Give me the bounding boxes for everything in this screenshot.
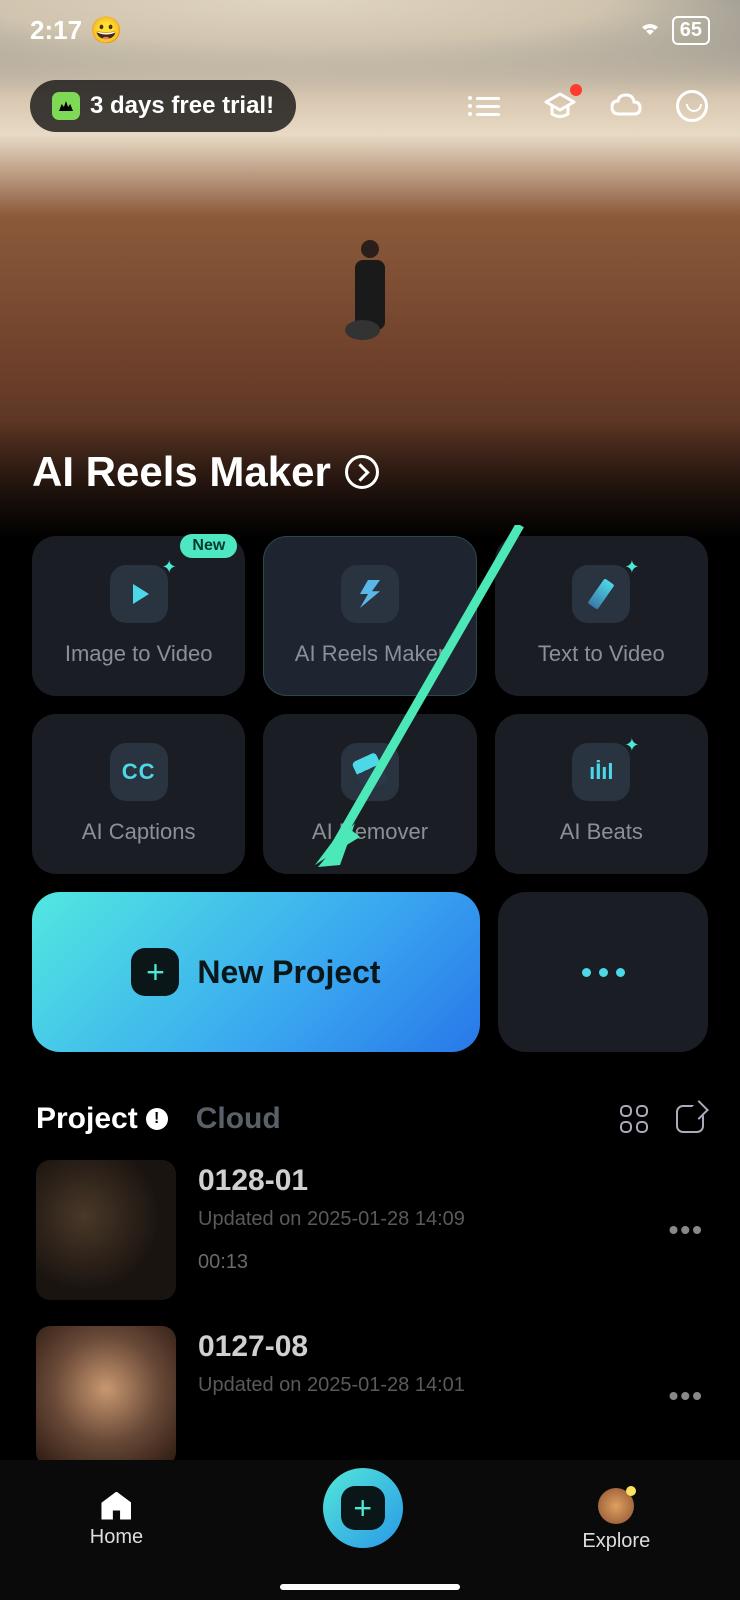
grid-view-icon[interactable] [620, 1105, 648, 1133]
tool-text-to-video[interactable]: Text to Video [495, 536, 708, 696]
tool-ai-reels-maker[interactable]: AI Reels Maker [263, 536, 476, 696]
project-item[interactable]: 0127-08 Updated on 2025-01-28 14:01 ••• [36, 1326, 704, 1466]
create-fab[interactable]: + [323, 1468, 403, 1548]
tool-ai-beats[interactable]: ıİıl AI Beats [495, 714, 708, 874]
play-icon [133, 584, 149, 604]
tools-grid: New Image to Video AI Reels Maker Text t… [0, 536, 740, 874]
hero-banner[interactable]: 3 days free trial! AI Reels Maker [0, 0, 740, 540]
tabs-row: Project ! Cloud [0, 1102, 740, 1136]
home-indicator [280, 1584, 460, 1590]
tab-project[interactable]: Project ! [36, 1102, 168, 1136]
new-project-button[interactable]: + New Project [32, 892, 480, 1052]
more-button[interactable] [498, 892, 708, 1052]
tool-ai-remover[interactable]: AI Remover [263, 714, 476, 874]
chevron-right-icon [345, 455, 379, 489]
hero-title[interactable]: AI Reels Maker [32, 448, 379, 496]
nav-explore[interactable]: Explore [582, 1488, 650, 1553]
crown-icon [52, 92, 80, 120]
tool-image-to-video[interactable]: New Image to Video [32, 536, 245, 696]
notification-dot [570, 84, 582, 96]
project-more-icon[interactable]: ••• [669, 1214, 704, 1246]
cc-icon: CC [122, 759, 156, 785]
tool-ai-captions[interactable]: CC AI Captions [32, 714, 245, 874]
free-trial-pill[interactable]: 3 days free trial! [30, 80, 296, 132]
avatar-icon [598, 1488, 634, 1524]
status-time: 2:17 [30, 15, 82, 46]
project-more-icon[interactable]: ••• [669, 1380, 704, 1412]
status-bar: 2:17 😀 65 [0, 0, 740, 60]
plus-icon: + [341, 1486, 385, 1530]
pen-icon [588, 578, 615, 609]
battery-level: 65 [672, 16, 710, 45]
project-thumbnail [36, 1326, 176, 1466]
project-thumbnail [36, 1160, 176, 1300]
eraser-icon [351, 752, 388, 792]
status-emoji: 😀 [90, 15, 122, 46]
list-icon[interactable] [476, 88, 512, 124]
wifi-icon [638, 17, 662, 43]
tab-cloud[interactable]: Cloud [196, 1102, 281, 1136]
bolt-icon [360, 580, 380, 608]
bottom-nav: Home + Explore [0, 1460, 740, 1600]
plus-icon: + [131, 948, 179, 996]
project-item[interactable]: 0128-01 Updated on 2025-01-28 14:09 00:1… [36, 1160, 704, 1300]
education-icon[interactable] [542, 88, 578, 124]
new-badge: New [180, 534, 237, 558]
project-list: 0128-01 Updated on 2025-01-28 14:09 00:1… [0, 1136, 740, 1466]
edit-icon[interactable] [676, 1105, 704, 1133]
alert-icon: ! [146, 1108, 168, 1130]
nav-home[interactable]: Home [90, 1492, 143, 1549]
home-icon [101, 1492, 131, 1520]
cloud-icon[interactable] [608, 88, 644, 124]
beats-icon: ıİıl [589, 759, 613, 785]
trial-label: 3 days free trial! [90, 92, 274, 120]
profile-icon[interactable] [674, 88, 710, 124]
